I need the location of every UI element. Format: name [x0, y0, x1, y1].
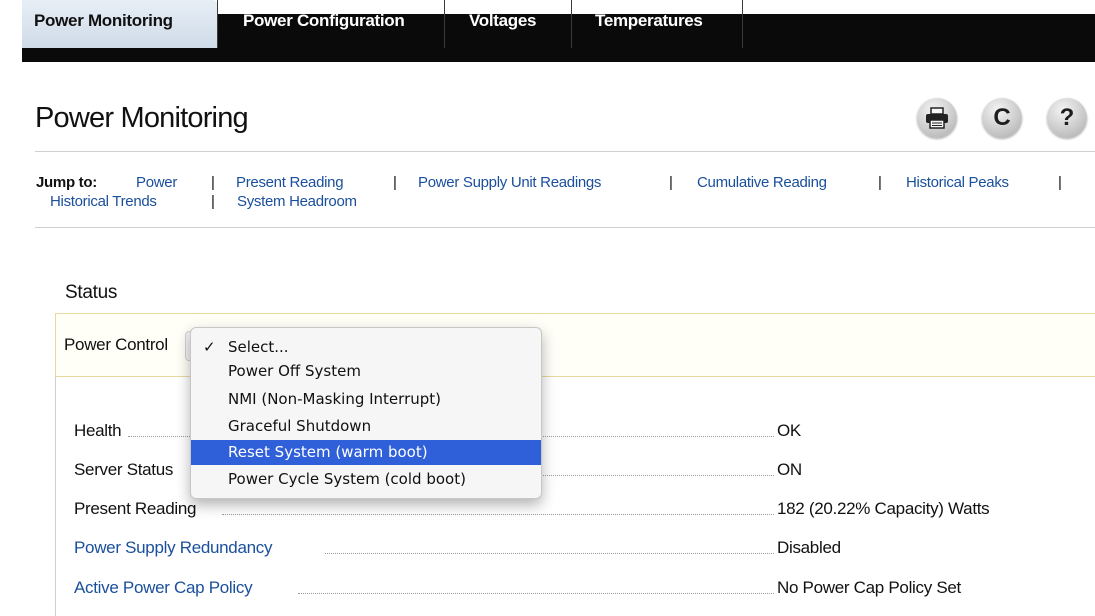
jump-separator: | [211, 193, 215, 210]
jump-divider [35, 227, 1095, 228]
tab-temperatures[interactable]: Temperatures [595, 0, 703, 48]
menu-item-label: Power Cycle System (cold boot) [228, 470, 466, 488]
page-title: Power Monitoring [35, 102, 249, 134]
tab-divider [571, 0, 572, 48]
menu-item-label: Graceful Shutdown [228, 417, 372, 435]
menu-item-reset-system[interactable]: Reset System (warm boot) [191, 440, 541, 465]
tab-power-monitoring[interactable]: Power Monitoring [22, 0, 217, 48]
present-reading-label: Present Reading [74, 499, 197, 518]
menu-item-nmi[interactable]: NMI (Non-Masking Interrupt) [191, 388, 541, 410]
tab-power-configuration[interactable]: Power Configuration [243, 0, 405, 48]
health-label: Health [74, 421, 122, 440]
jump-to-label: Jump to: [36, 174, 97, 191]
jump-link-historical-peaks[interactable]: Historical Peaks [906, 173, 1009, 192]
refresh-icon: C [993, 104, 1011, 131]
power-control-label: Power Control [64, 335, 168, 354]
server-status-value: ON [777, 460, 802, 479]
menu-item-graceful-shutdown[interactable]: Graceful Shutdown [191, 415, 541, 437]
active-power-cap-policy-value: No Power Cap Policy Set [777, 578, 961, 597]
leader-dots [222, 514, 774, 515]
status-section-title: Status [65, 282, 118, 303]
power-control-dropdown-menu: ✓ Select... Power Off System NMI (Non-Ma… [190, 327, 542, 499]
tab-divider [742, 0, 743, 48]
tab-voltages[interactable]: Voltages [469, 0, 537, 48]
help-icon: ? [1059, 104, 1075, 131]
jump-separator: | [393, 174, 397, 191]
menu-item-label: Select... [228, 338, 289, 356]
jump-link-historical-trends[interactable]: Historical Trends [50, 192, 157, 211]
leader-dots [325, 553, 774, 554]
tab-divider [444, 0, 445, 48]
menu-item-label: NMI (Non-Masking Interrupt) [228, 390, 441, 408]
checkmark-icon: ✓ [203, 338, 216, 356]
health-value: OK [777, 421, 801, 440]
jump-link-present-reading[interactable]: Present Reading [236, 173, 344, 192]
menu-item-power-cycle-system[interactable]: Power Cycle System (cold boot) [191, 468, 541, 490]
menu-item-label: Power Off System [228, 362, 361, 380]
leader-dots [298, 593, 774, 594]
jump-separator: | [1058, 174, 1062, 191]
menu-item-select[interactable]: ✓ Select... [191, 336, 541, 358]
power-supply-redundancy-link[interactable]: Power Supply Redundancy [74, 538, 272, 558]
print-button[interactable] [917, 98, 957, 138]
jump-link-cumulative-reading[interactable]: Cumulative Reading [697, 173, 827, 192]
server-status-label: Server Status [74, 460, 174, 479]
jump-link-psu-readings[interactable]: Power Supply Unit Readings [418, 173, 601, 192]
jump-separator: | [669, 174, 673, 191]
present-reading-value: 182 (20.22% Capacity) Watts [777, 499, 990, 518]
menu-item-label: Reset System (warm boot) [228, 443, 428, 461]
active-power-cap-policy-link[interactable]: Active Power Cap Policy [74, 578, 253, 598]
jump-separator: | [878, 174, 882, 191]
tab-divider [217, 0, 218, 48]
left-border [55, 375, 56, 616]
power-supply-redundancy-value: Disabled [777, 538, 841, 557]
jump-link-system-headroom[interactable]: System Headroom [237, 192, 357, 211]
help-button[interactable]: ? [1047, 98, 1087, 138]
print-icon [926, 107, 948, 129]
refresh-button[interactable]: C [982, 98, 1022, 138]
jump-link-power[interactable]: Power [136, 173, 177, 192]
header-divider [35, 151, 1095, 152]
jump-separator: | [211, 174, 215, 191]
menu-item-power-off-system[interactable]: Power Off System [191, 360, 541, 382]
